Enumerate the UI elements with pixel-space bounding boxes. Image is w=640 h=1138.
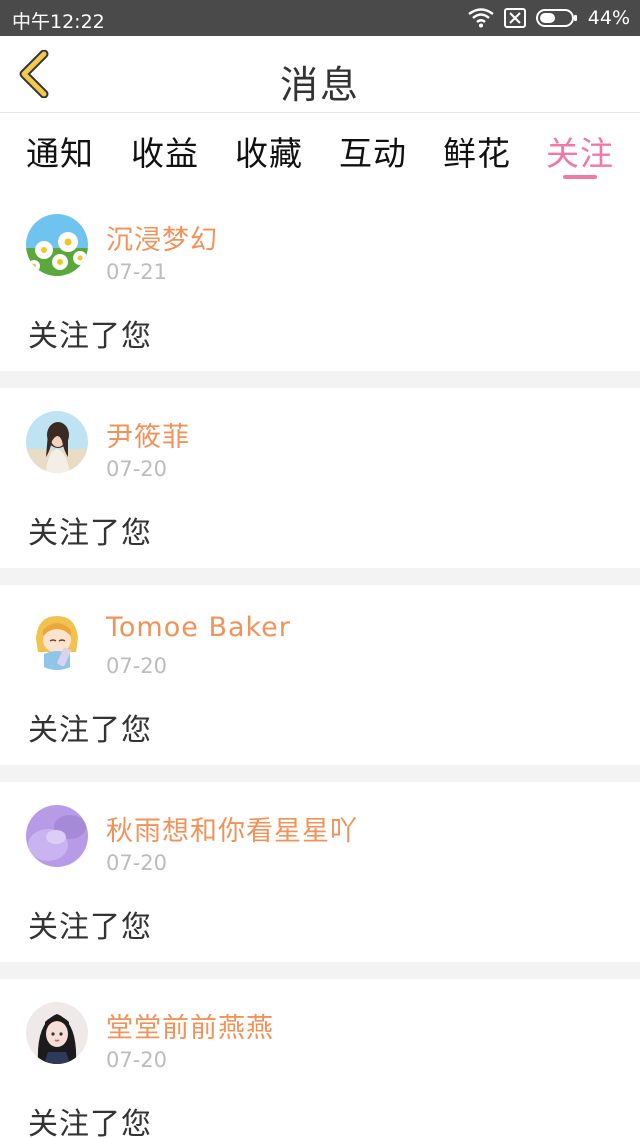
list-item[interactable]: 沉浸梦幻 07-21 关注了您 [0,191,640,371]
message-text: 关注了您 [28,516,152,551]
divider [0,371,640,388]
message-date: 07-20 [106,1048,168,1072]
tab-notifications[interactable]: 通知 [26,127,94,175]
username[interactable]: 秋雨想和你看星星吖 [106,809,358,848]
tab-bar: 通知 收益 收藏 互动 鲜花 关注 [0,113,640,191]
tab-flowers[interactable]: 鲜花 [443,127,511,175]
daisy-flowers-avatar-icon [26,214,88,276]
status-time: 中午12:22 [12,11,105,33]
anime-girl-avatar-icon [26,608,88,670]
tab-interactions[interactable]: 互动 [339,127,407,175]
purple-cat-avatar-icon [26,805,88,867]
message-text: 关注了您 [28,713,152,748]
tab-earnings[interactable]: 收益 [131,127,199,175]
message-list: 沉浸梦幻 07-21 关注了您 尹筱菲 07-20 关注了您 Tomoe Bak… [0,191,640,1138]
message-date: 07-21 [106,260,168,284]
username[interactable]: 尹筱菲 [106,415,190,454]
dark-hair-girl-avatar-icon [26,1002,88,1064]
tab-favorites[interactable]: 收藏 [235,127,303,175]
no-sim-icon [503,8,526,28]
tab-follows[interactable]: 关注 [546,127,614,175]
message-text: 关注了您 [28,1107,152,1138]
message-date: 07-20 [106,851,168,875]
battery-percent: 44% [587,7,630,29]
avatar[interactable] [26,1002,88,1064]
wifi-icon [468,8,494,28]
active-tab-indicator [563,175,597,179]
avatar[interactable] [26,805,88,867]
list-item[interactable]: 尹筱菲 07-20 关注了您 [0,388,640,568]
username[interactable]: 堂堂前前燕燕 [106,1006,274,1045]
message-text: 关注了您 [28,910,152,945]
message-text: 关注了您 [28,319,152,354]
status-icons: 44% [468,7,630,29]
avatar[interactable] [26,608,88,670]
divider [0,568,640,585]
divider [0,962,640,979]
avatar[interactable] [26,411,88,473]
message-date: 07-20 [106,457,168,481]
list-item[interactable]: Tomoe Baker 07-20 关注了您 [0,585,640,765]
status-bar: 中午12:22 44% [0,0,640,36]
battery-icon [535,8,578,28]
divider [0,765,640,782]
girl-beach-avatar-icon [26,411,88,473]
header: 消息 [0,36,640,113]
page-title: 消息 [279,63,360,107]
username[interactable]: 沉浸梦幻 [106,218,218,257]
list-item[interactable]: 秋雨想和你看星星吖 07-20 关注了您 [0,782,640,962]
avatar[interactable] [26,214,88,276]
list-item[interactable]: 堂堂前前燕燕 07-20 关注了您 [0,979,640,1138]
username[interactable]: Tomoe Baker [106,612,291,643]
message-date: 07-20 [106,654,168,678]
